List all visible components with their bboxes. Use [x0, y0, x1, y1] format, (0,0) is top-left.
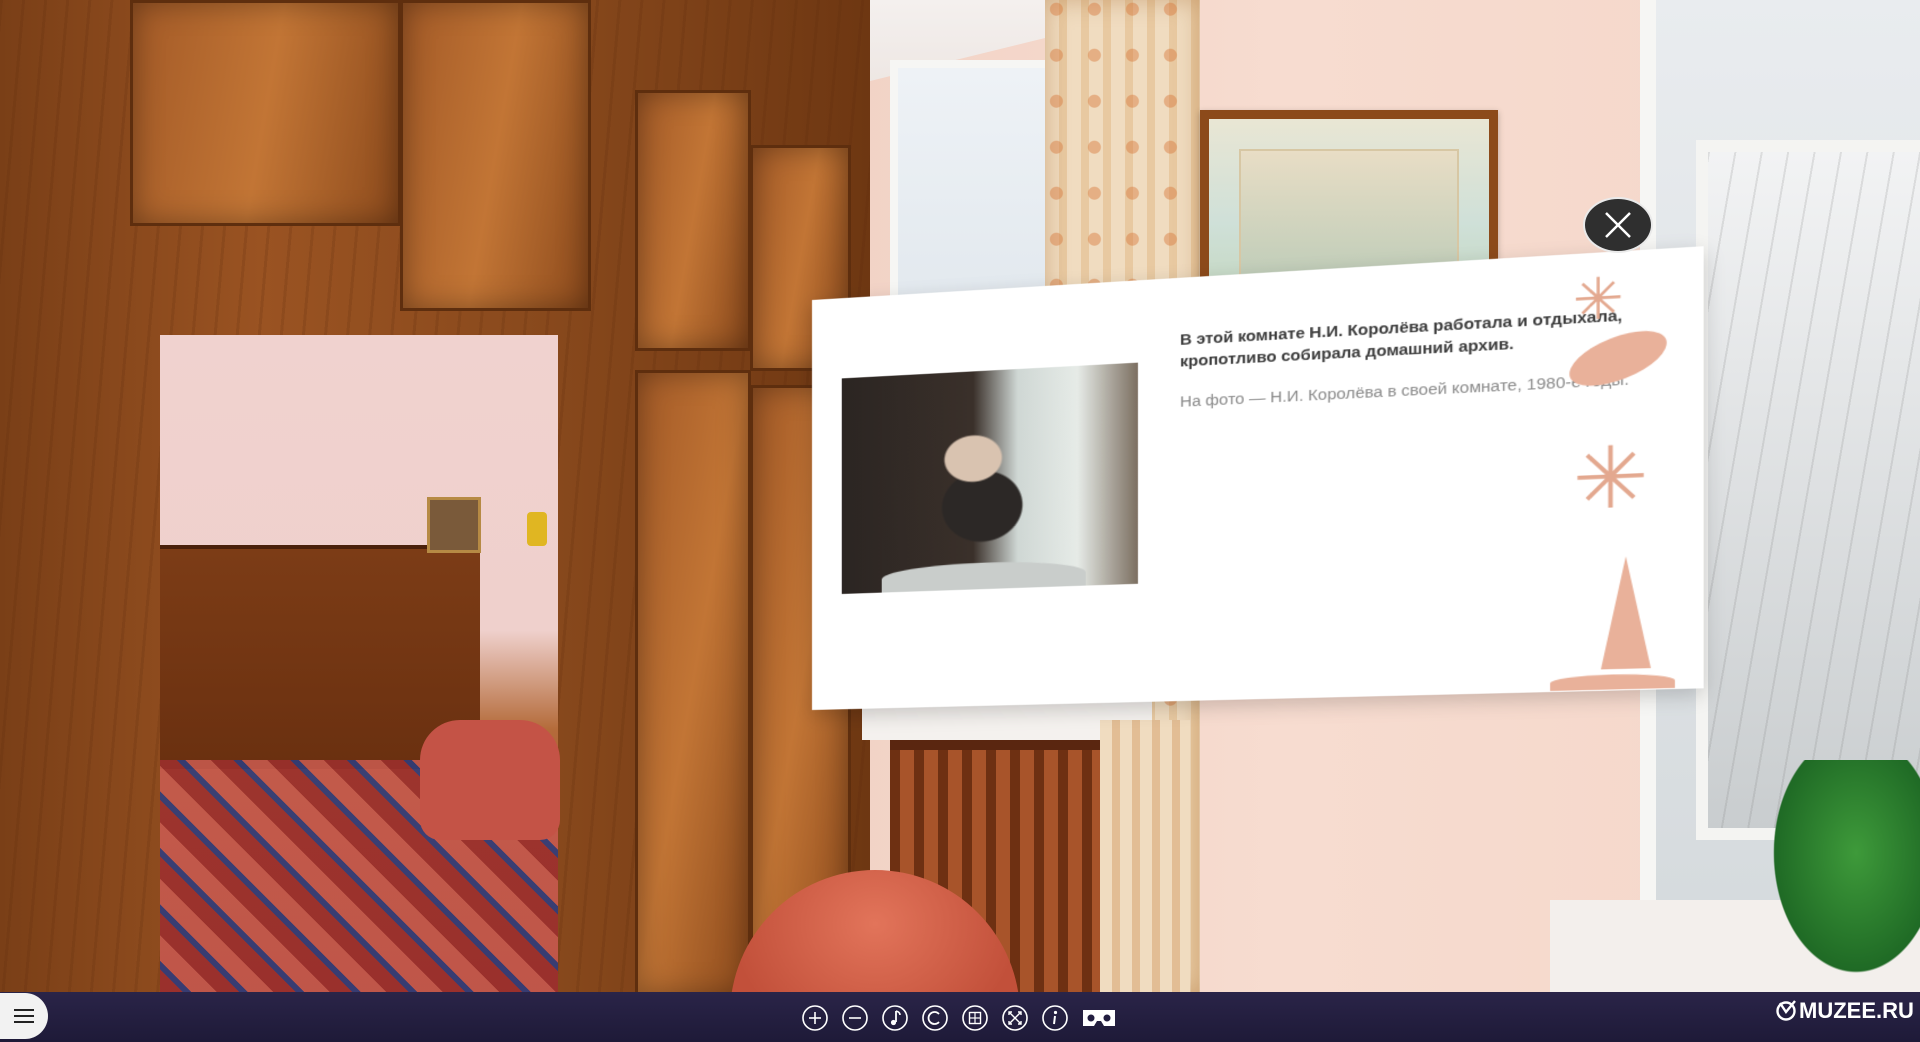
- curtain-lower: [1100, 720, 1190, 992]
- upper-cabinet-left: [130, 0, 401, 226]
- wardrobe-door-a: [635, 370, 751, 992]
- grid-button[interactable]: [960, 1003, 990, 1033]
- decorative-star-icon: ✳: [1572, 266, 1624, 334]
- close-button[interactable]: [1583, 197, 1653, 253]
- zoom-in-button[interactable]: [800, 1003, 830, 1033]
- zoom-in-icon: [802, 1005, 828, 1031]
- hamburger-icon: [14, 1009, 34, 1023]
- decorative-cone: [1600, 555, 1651, 670]
- logo-text: MUZEE.RU: [1799, 998, 1914, 1023]
- copyright-icon: [922, 1005, 948, 1031]
- vr-button[interactable]: [1080, 1003, 1118, 1033]
- zoom-out-button[interactable]: [840, 1003, 870, 1033]
- info-icon: [1042, 1005, 1068, 1031]
- vr-headset-icon: [1083, 1010, 1115, 1026]
- grid-icon: [962, 1005, 988, 1031]
- music-button[interactable]: [880, 1003, 910, 1033]
- upper-cabinet-right-a: [635, 90, 751, 351]
- menu-button[interactable]: [0, 993, 48, 1039]
- info-panel: В этой комнате Н.И. Королёва работала и …: [812, 246, 1704, 710]
- music-note-icon: [882, 1005, 908, 1031]
- upper-cabinet-mid: [400, 0, 591, 311]
- muzee-logo-icon: [1776, 1000, 1796, 1021]
- armchair-next-room: [420, 720, 560, 840]
- decorative-disc: [1550, 672, 1675, 691]
- info-button[interactable]: [1040, 1003, 1070, 1033]
- autorotate-button[interactable]: [920, 1003, 950, 1033]
- fullscreen-button[interactable]: [1000, 1003, 1030, 1033]
- info-text-block: В этой комнате Н.И. Королёва работала и …: [1180, 304, 1641, 413]
- floor-lamp: [527, 512, 547, 546]
- toolbar-icons: [800, 1000, 1118, 1036]
- zoom-out-icon: [842, 1005, 868, 1031]
- fullscreen-icon: [1002, 1005, 1028, 1031]
- house-plant: [1760, 760, 1920, 992]
- muzee-logo[interactable]: MUZEE.RU: [1775, 998, 1914, 1024]
- portrait-frame: [427, 497, 481, 553]
- info-main-text: В этой комнате Н.И. Королёва работала и …: [1180, 306, 1623, 371]
- info-photo: [841, 362, 1138, 594]
- decorative-starburst-icon: ✳: [1572, 428, 1649, 528]
- close-icon: [1605, 212, 1631, 238]
